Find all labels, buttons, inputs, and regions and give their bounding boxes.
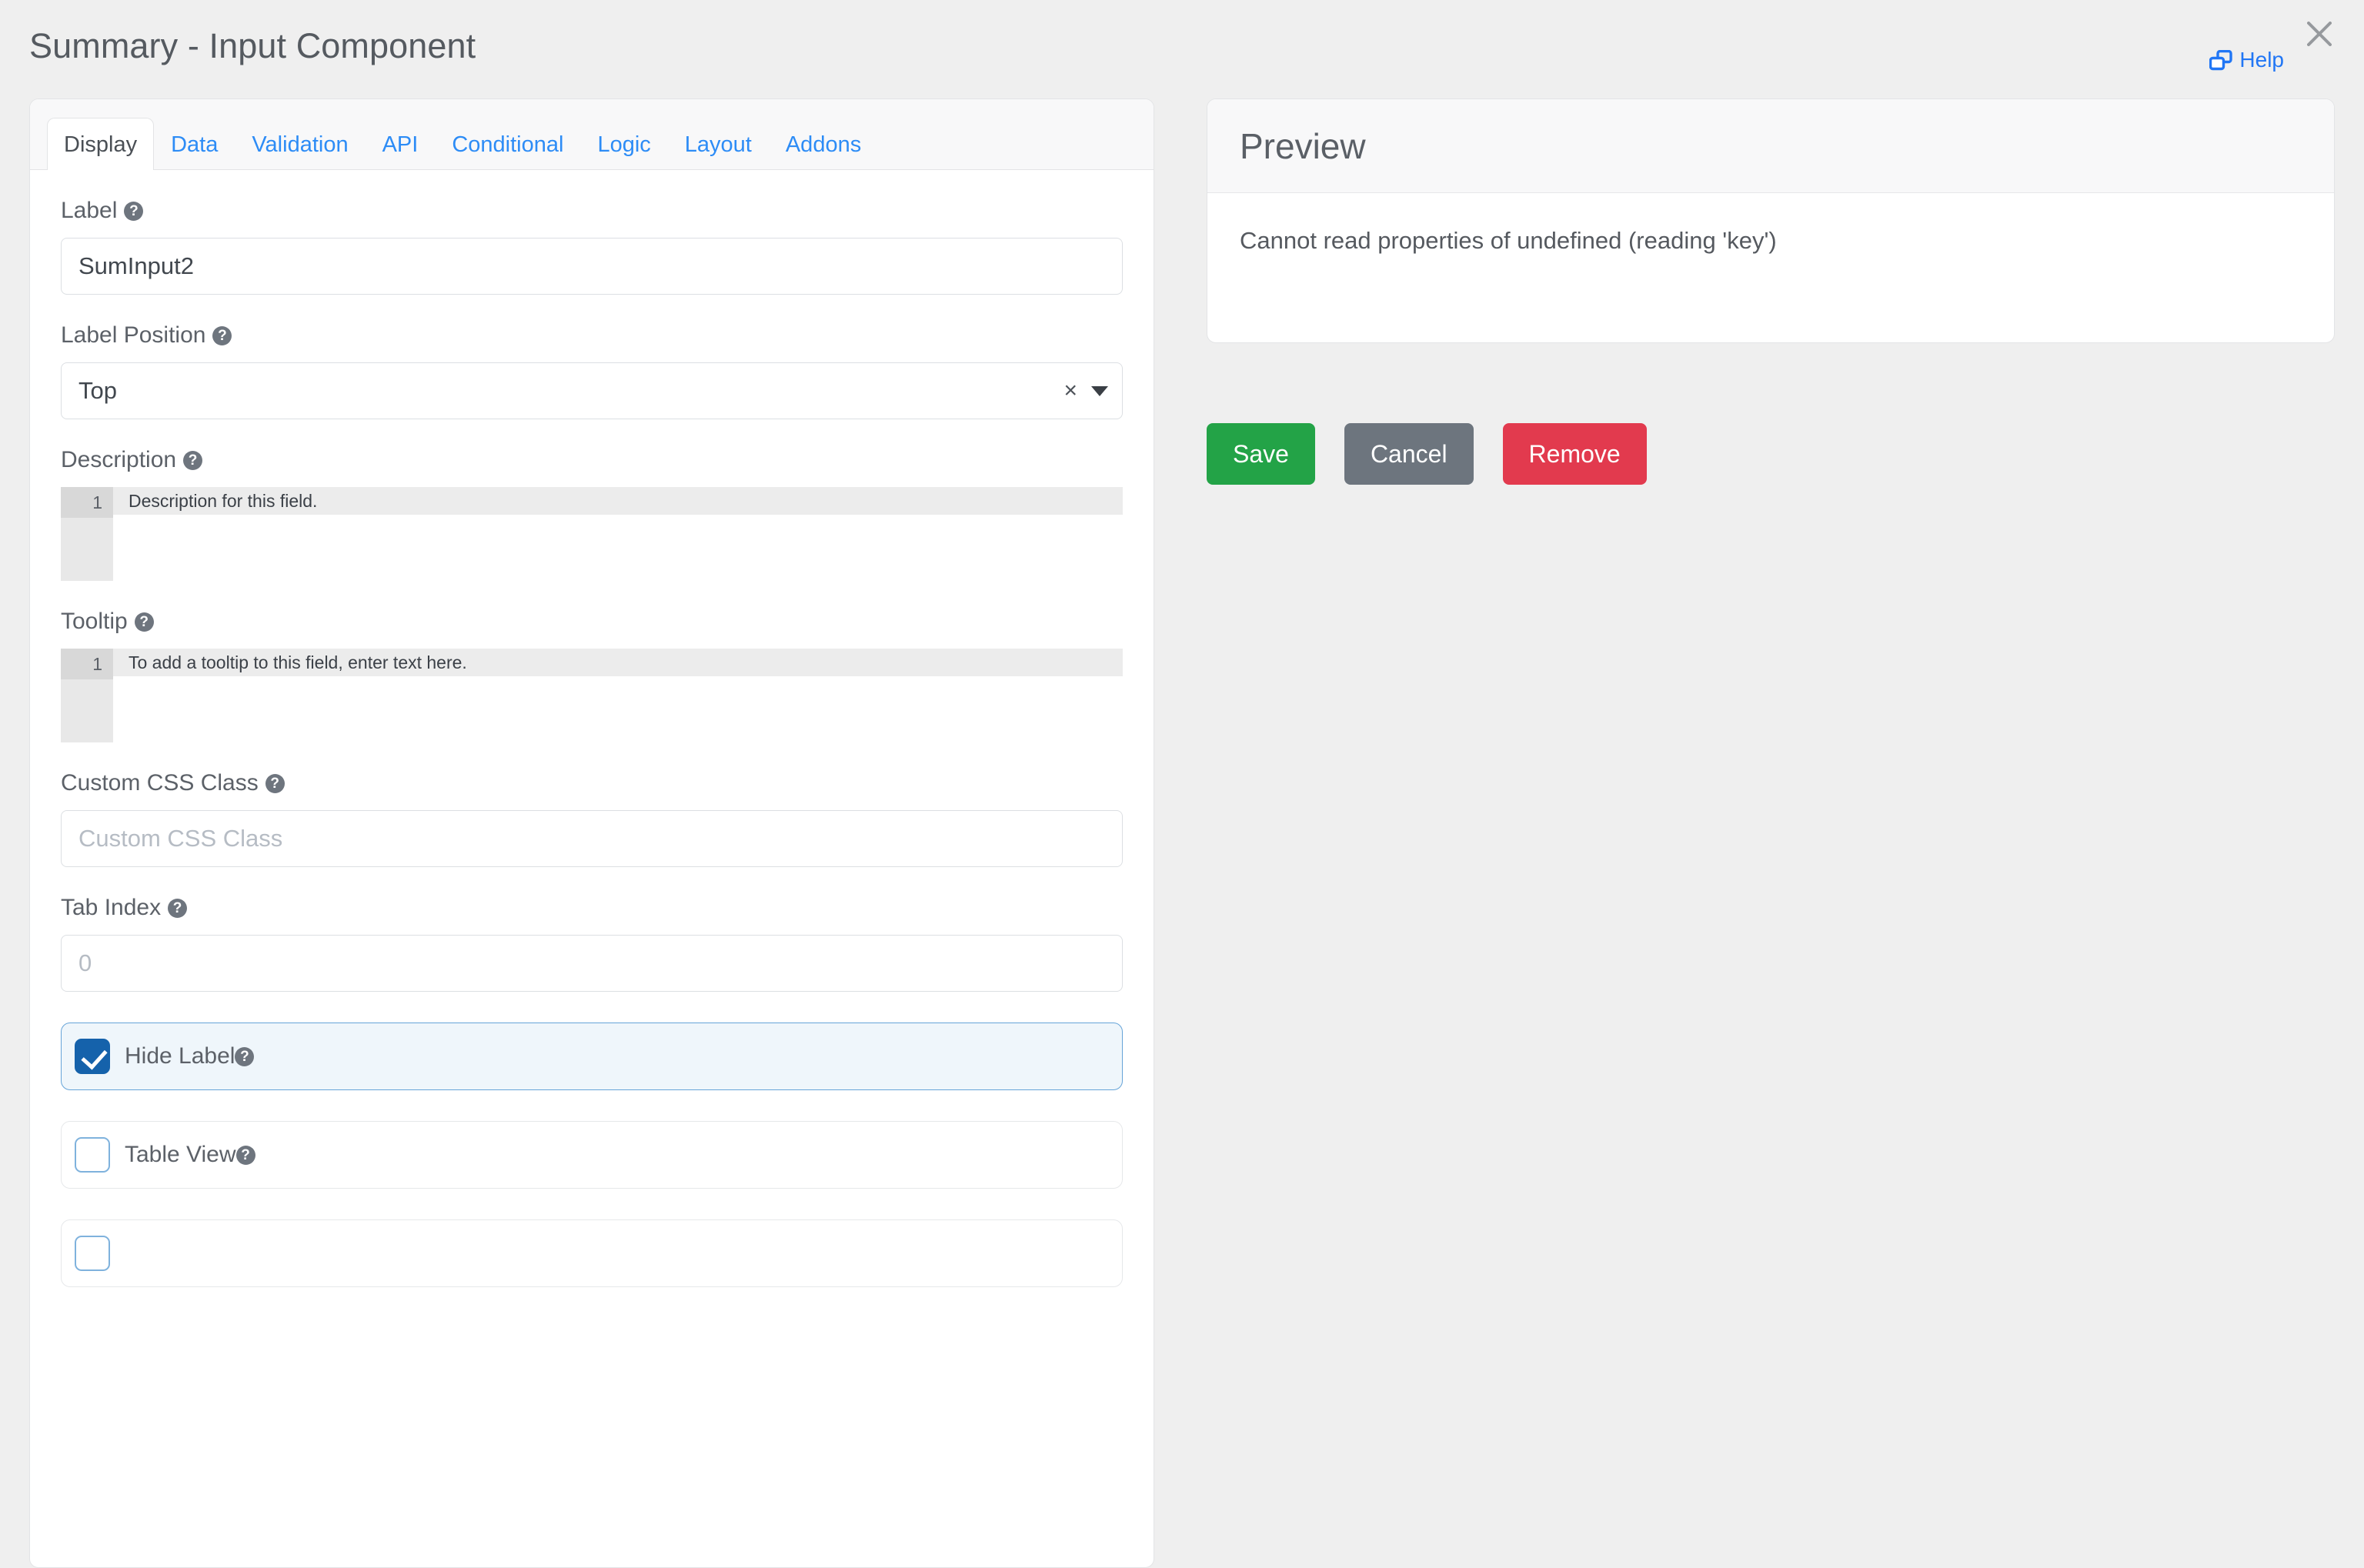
question-mark-icon[interactable]: ? <box>235 1145 255 1165</box>
tab-logic[interactable]: Logic <box>580 118 667 170</box>
chevron-down-icon[interactable] <box>1091 385 1108 396</box>
help-link[interactable]: Help <box>2209 48 2284 72</box>
remove-button[interactable]: Remove <box>1502 423 1647 485</box>
hide-label-checkbox-label: Hide Label ? <box>125 1043 255 1069</box>
label-position-group: Label Position ? Top × <box>61 295 1123 419</box>
custom-css-class-label-text: Custom CSS Class <box>61 770 259 796</box>
question-mark-icon[interactable]: ? <box>265 773 285 793</box>
tooltip-label-text: Tooltip <box>61 609 128 634</box>
tab-index-input[interactable] <box>61 935 1123 992</box>
label-input[interactable] <box>61 238 1123 295</box>
label-position-label: Label Position ? <box>61 322 1123 349</box>
label-field-label-text: Label <box>61 198 118 223</box>
gutter-line-number: 1 <box>61 649 113 679</box>
tab-index-label-text: Tab Index <box>61 895 162 920</box>
question-mark-icon[interactable]: ? <box>124 201 144 221</box>
tab-addons[interactable]: Addons <box>769 118 878 170</box>
description-code-area[interactable]: Description for this field. <box>113 487 1123 581</box>
label-field-label: Label ? <box>61 198 1123 224</box>
tooltip-label: Tooltip ? <box>61 609 1123 635</box>
modal-header: Summary - Input Component Help <box>0 0 2364 94</box>
description-group: Description ? 1 Description for this fie… <box>61 419 1123 581</box>
label-field-group: Label ? <box>61 170 1123 295</box>
page-title: Summary - Input Component <box>29 26 476 65</box>
description-code-editor[interactable]: 1 Description for this field. <box>61 487 1123 581</box>
tooltip-code-line: To add a tooltip to this field, enter te… <box>113 649 1123 676</box>
question-mark-icon[interactable]: ? <box>183 450 203 470</box>
cancel-button[interactable]: Cancel <box>1344 423 1474 485</box>
tab-api[interactable]: API <box>366 118 436 170</box>
settings-body: Label ? Label Position ? Top × Descripti <box>30 170 1154 1567</box>
tab-index-group: Tab Index ? <box>61 867 1123 992</box>
close-icon <box>2307 22 2332 46</box>
preview-error-message: Cannot read properties of undefined (rea… <box>1240 227 1777 254</box>
tooltip-code-area[interactable]: To add a tooltip to this field, enter te… <box>113 649 1123 742</box>
table-view-checkbox-label: Table View ? <box>125 1142 255 1168</box>
tooltip-code-editor[interactable]: 1 To add a tooltip to this field, enter … <box>61 649 1123 742</box>
preview-body: Cannot read properties of undefined (rea… <box>1207 193 2334 342</box>
description-label-text: Description <box>61 447 177 472</box>
hide-label-checkbox[interactable] <box>75 1039 110 1074</box>
tab-conditional[interactable]: Conditional <box>435 118 580 170</box>
description-code-line: Description for this field. <box>113 487 1123 515</box>
label-position-label-text: Label Position <box>61 322 206 348</box>
tab-data[interactable]: Data <box>154 118 235 170</box>
save-button[interactable]: Save <box>1207 423 1315 485</box>
table-view-checkbox-card[interactable]: Table View ? <box>61 1121 1123 1189</box>
clone-window-icon <box>2209 49 2233 70</box>
settings-tab-bar: Display Data Validation API Conditional … <box>30 99 1154 170</box>
custom-css-class-input[interactable] <box>61 810 1123 867</box>
label-position-selected-value: Top <box>78 377 117 404</box>
close-button[interactable] <box>2296 11 2342 57</box>
table-view-checkbox[interactable] <box>75 1137 110 1173</box>
table-view-checkbox-label-text: Table View <box>125 1142 236 1167</box>
next-checkbox[interactable] <box>75 1236 110 1271</box>
tooltip-gutter: 1 <box>61 649 113 742</box>
preview-header: Preview <box>1207 99 2334 193</box>
custom-css-class-group: Custom CSS Class ? <box>61 742 1123 867</box>
component-settings-panel: Display Data Validation API Conditional … <box>29 98 1154 1568</box>
gutter-line-number: 1 <box>61 487 113 518</box>
tab-display[interactable]: Display <box>47 118 155 170</box>
label-position-select[interactable]: Top × <box>61 362 1123 419</box>
description-label: Description ? <box>61 447 1123 473</box>
question-mark-icon[interactable]: ? <box>235 1046 255 1066</box>
description-gutter: 1 <box>61 487 113 581</box>
tab-validation[interactable]: Validation <box>235 118 365 170</box>
question-mark-icon[interactable]: ? <box>134 612 154 632</box>
tooltip-group: Tooltip ? 1 To add a tooltip to this fie… <box>61 581 1123 742</box>
custom-css-class-label: Custom CSS Class ? <box>61 770 1123 796</box>
action-buttons: Save Cancel Remove <box>1207 423 1647 485</box>
hide-label-checkbox-label-text: Hide Label <box>125 1043 235 1069</box>
preview-panel: Preview Cannot read properties of undefi… <box>1207 98 2335 343</box>
preview-title: Preview <box>1240 125 1366 166</box>
hide-label-checkbox-card[interactable]: Hide Label ? <box>61 1023 1123 1090</box>
question-mark-icon[interactable]: ? <box>212 325 232 345</box>
select-actions: × <box>1063 363 1108 419</box>
clear-selection-icon[interactable]: × <box>1063 379 1077 402</box>
help-link-label: Help <box>2239 48 2284 72</box>
tab-index-label: Tab Index ? <box>61 895 1123 921</box>
question-mark-icon[interactable]: ? <box>168 898 188 918</box>
tab-layout[interactable]: Layout <box>668 118 769 170</box>
next-checkbox-card-partial[interactable] <box>61 1219 1123 1287</box>
